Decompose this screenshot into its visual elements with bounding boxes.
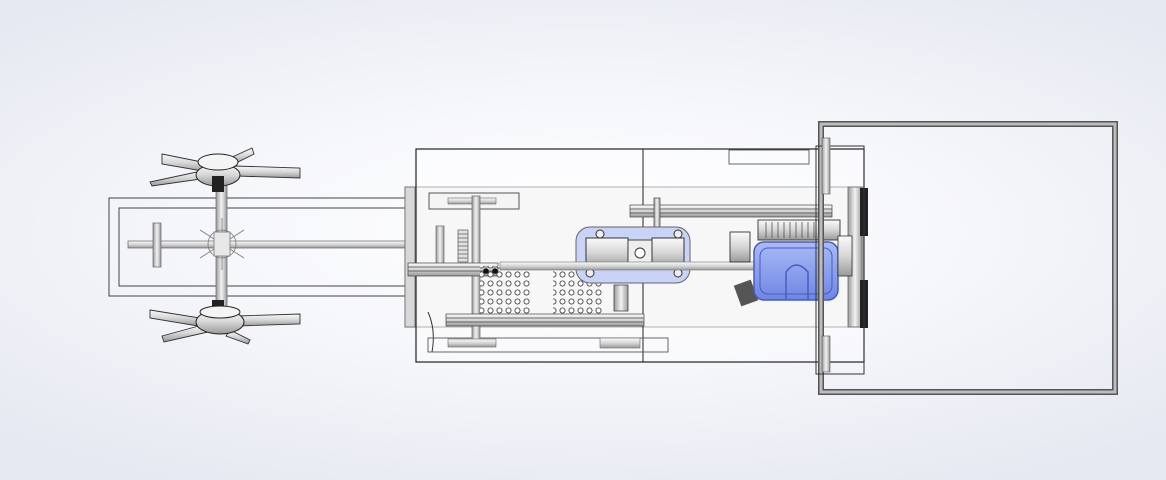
cad-viewport[interactable]: [0, 0, 1166, 480]
assembly-drawing: [108, 121, 1118, 395]
gear-icon: [457, 229, 469, 263]
rotor-hub-icon[interactable]: [149, 147, 301, 192]
rotor-hub-icon[interactable]: [149, 300, 301, 345]
cross-shaft[interactable]: [499, 261, 763, 271]
